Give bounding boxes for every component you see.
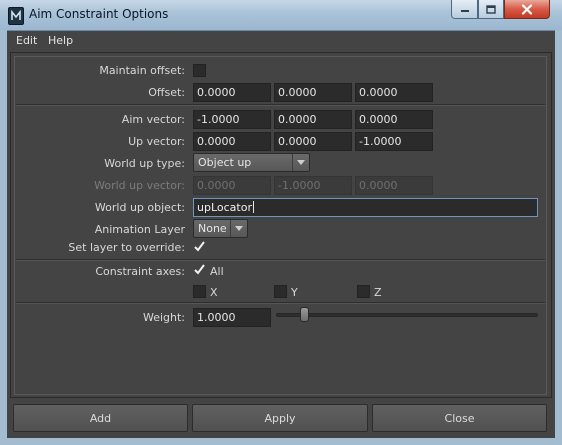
aim-vector-y-field[interactable]: 0.0000 bbox=[274, 110, 352, 129]
window-frame-bottom bbox=[0, 438, 562, 445]
maintain-offset-checkbox[interactable] bbox=[193, 64, 206, 77]
world-up-type-dropdown[interactable]: Object up bbox=[193, 153, 310, 172]
world-up-type-value: Object up bbox=[198, 156, 252, 169]
up-vector-x-field[interactable]: 0.0000 bbox=[193, 132, 271, 151]
weight-field[interactable]: 1.0000 bbox=[193, 308, 271, 327]
offset-z-field[interactable]: 0.0000 bbox=[355, 83, 433, 102]
dialog-window: Aim Constraint Options Edit Help Maintai… bbox=[0, 0, 562, 445]
world-up-vector-y-field: -1.0000 bbox=[274, 176, 352, 195]
maximize-icon bbox=[486, 4, 496, 14]
weight-label: Weight: bbox=[142, 311, 185, 324]
animation-layer-dropdown[interactable]: None bbox=[193, 219, 248, 238]
offset-label: Offset: bbox=[148, 86, 185, 99]
axis-all-label: All bbox=[210, 265, 224, 278]
aim-vector-x-field[interactable]: -1.0000 bbox=[193, 110, 271, 129]
world-up-vector-z-field: 0.0000 bbox=[355, 176, 433, 195]
menu-bar: Edit Help bbox=[7, 31, 555, 51]
separator bbox=[16, 259, 545, 261]
checkmark-icon bbox=[194, 241, 205, 252]
apply-button[interactable]: Apply bbox=[192, 404, 368, 432]
axis-z-checkbox[interactable] bbox=[357, 285, 370, 298]
maximize-button[interactable] bbox=[478, 0, 504, 19]
world-up-type-label: World up type: bbox=[104, 157, 185, 170]
axis-all-checkbox[interactable] bbox=[193, 264, 206, 277]
menu-help[interactable]: Help bbox=[48, 34, 73, 47]
close-window-button[interactable] bbox=[504, 0, 550, 19]
separator bbox=[16, 302, 545, 304]
window-title: Aim Constraint Options bbox=[29, 7, 169, 21]
close-icon bbox=[521, 3, 533, 15]
weight-slider-handle[interactable] bbox=[300, 307, 309, 322]
offset-y-field[interactable]: 0.0000 bbox=[274, 83, 352, 102]
chevron-down-icon bbox=[292, 154, 309, 171]
app-icon bbox=[8, 7, 24, 25]
separator bbox=[16, 104, 545, 106]
add-button[interactable]: Add bbox=[13, 404, 188, 432]
world-up-object-label: World up object: bbox=[94, 201, 185, 214]
axis-y-label: Y bbox=[291, 286, 298, 299]
aim-vector-z-field[interactable]: 0.0000 bbox=[355, 110, 433, 129]
up-vector-z-field[interactable]: -1.0000 bbox=[355, 132, 433, 151]
window-frame-left bbox=[0, 30, 7, 445]
world-up-object-value: upLocator bbox=[197, 201, 252, 214]
checkmark-icon bbox=[194, 264, 205, 275]
up-vector-y-field[interactable]: 0.0000 bbox=[274, 132, 352, 151]
menu-edit[interactable]: Edit bbox=[16, 34, 37, 47]
minimize-button[interactable] bbox=[451, 0, 478, 19]
maintain-offset-label: Maintain offset: bbox=[99, 64, 185, 77]
axis-y-checkbox[interactable] bbox=[274, 285, 287, 298]
window-frame-right bbox=[555, 30, 562, 445]
close-button[interactable]: Close bbox=[372, 404, 547, 432]
set-layer-override-checkbox[interactable] bbox=[193, 241, 206, 254]
world-up-vector-label: World up vector: bbox=[94, 179, 185, 192]
aim-vector-label: Aim vector: bbox=[121, 113, 185, 126]
world-up-vector-x-field: 0.0000 bbox=[193, 176, 271, 195]
animation-layer-value: None bbox=[198, 222, 227, 235]
world-up-object-field[interactable]: upLocator bbox=[193, 198, 538, 217]
animation-layer-label: Animation Layer bbox=[94, 223, 185, 236]
up-vector-label: Up vector: bbox=[128, 135, 185, 148]
title-bar[interactable]: Aim Constraint Options bbox=[0, 0, 562, 31]
axis-x-label: X bbox=[210, 286, 218, 299]
minimize-icon bbox=[460, 10, 469, 12]
constraint-axes-label: Constraint axes: bbox=[95, 265, 185, 278]
chevron-down-icon bbox=[230, 220, 247, 237]
axis-z-label: Z bbox=[374, 286, 382, 299]
set-layer-override-label: Set layer to override: bbox=[68, 241, 185, 254]
text-cursor bbox=[252, 201, 254, 213]
offset-x-field[interactable]: 0.0000 bbox=[193, 83, 271, 102]
weight-slider-track[interactable] bbox=[276, 313, 538, 317]
axis-x-checkbox[interactable] bbox=[193, 285, 206, 298]
